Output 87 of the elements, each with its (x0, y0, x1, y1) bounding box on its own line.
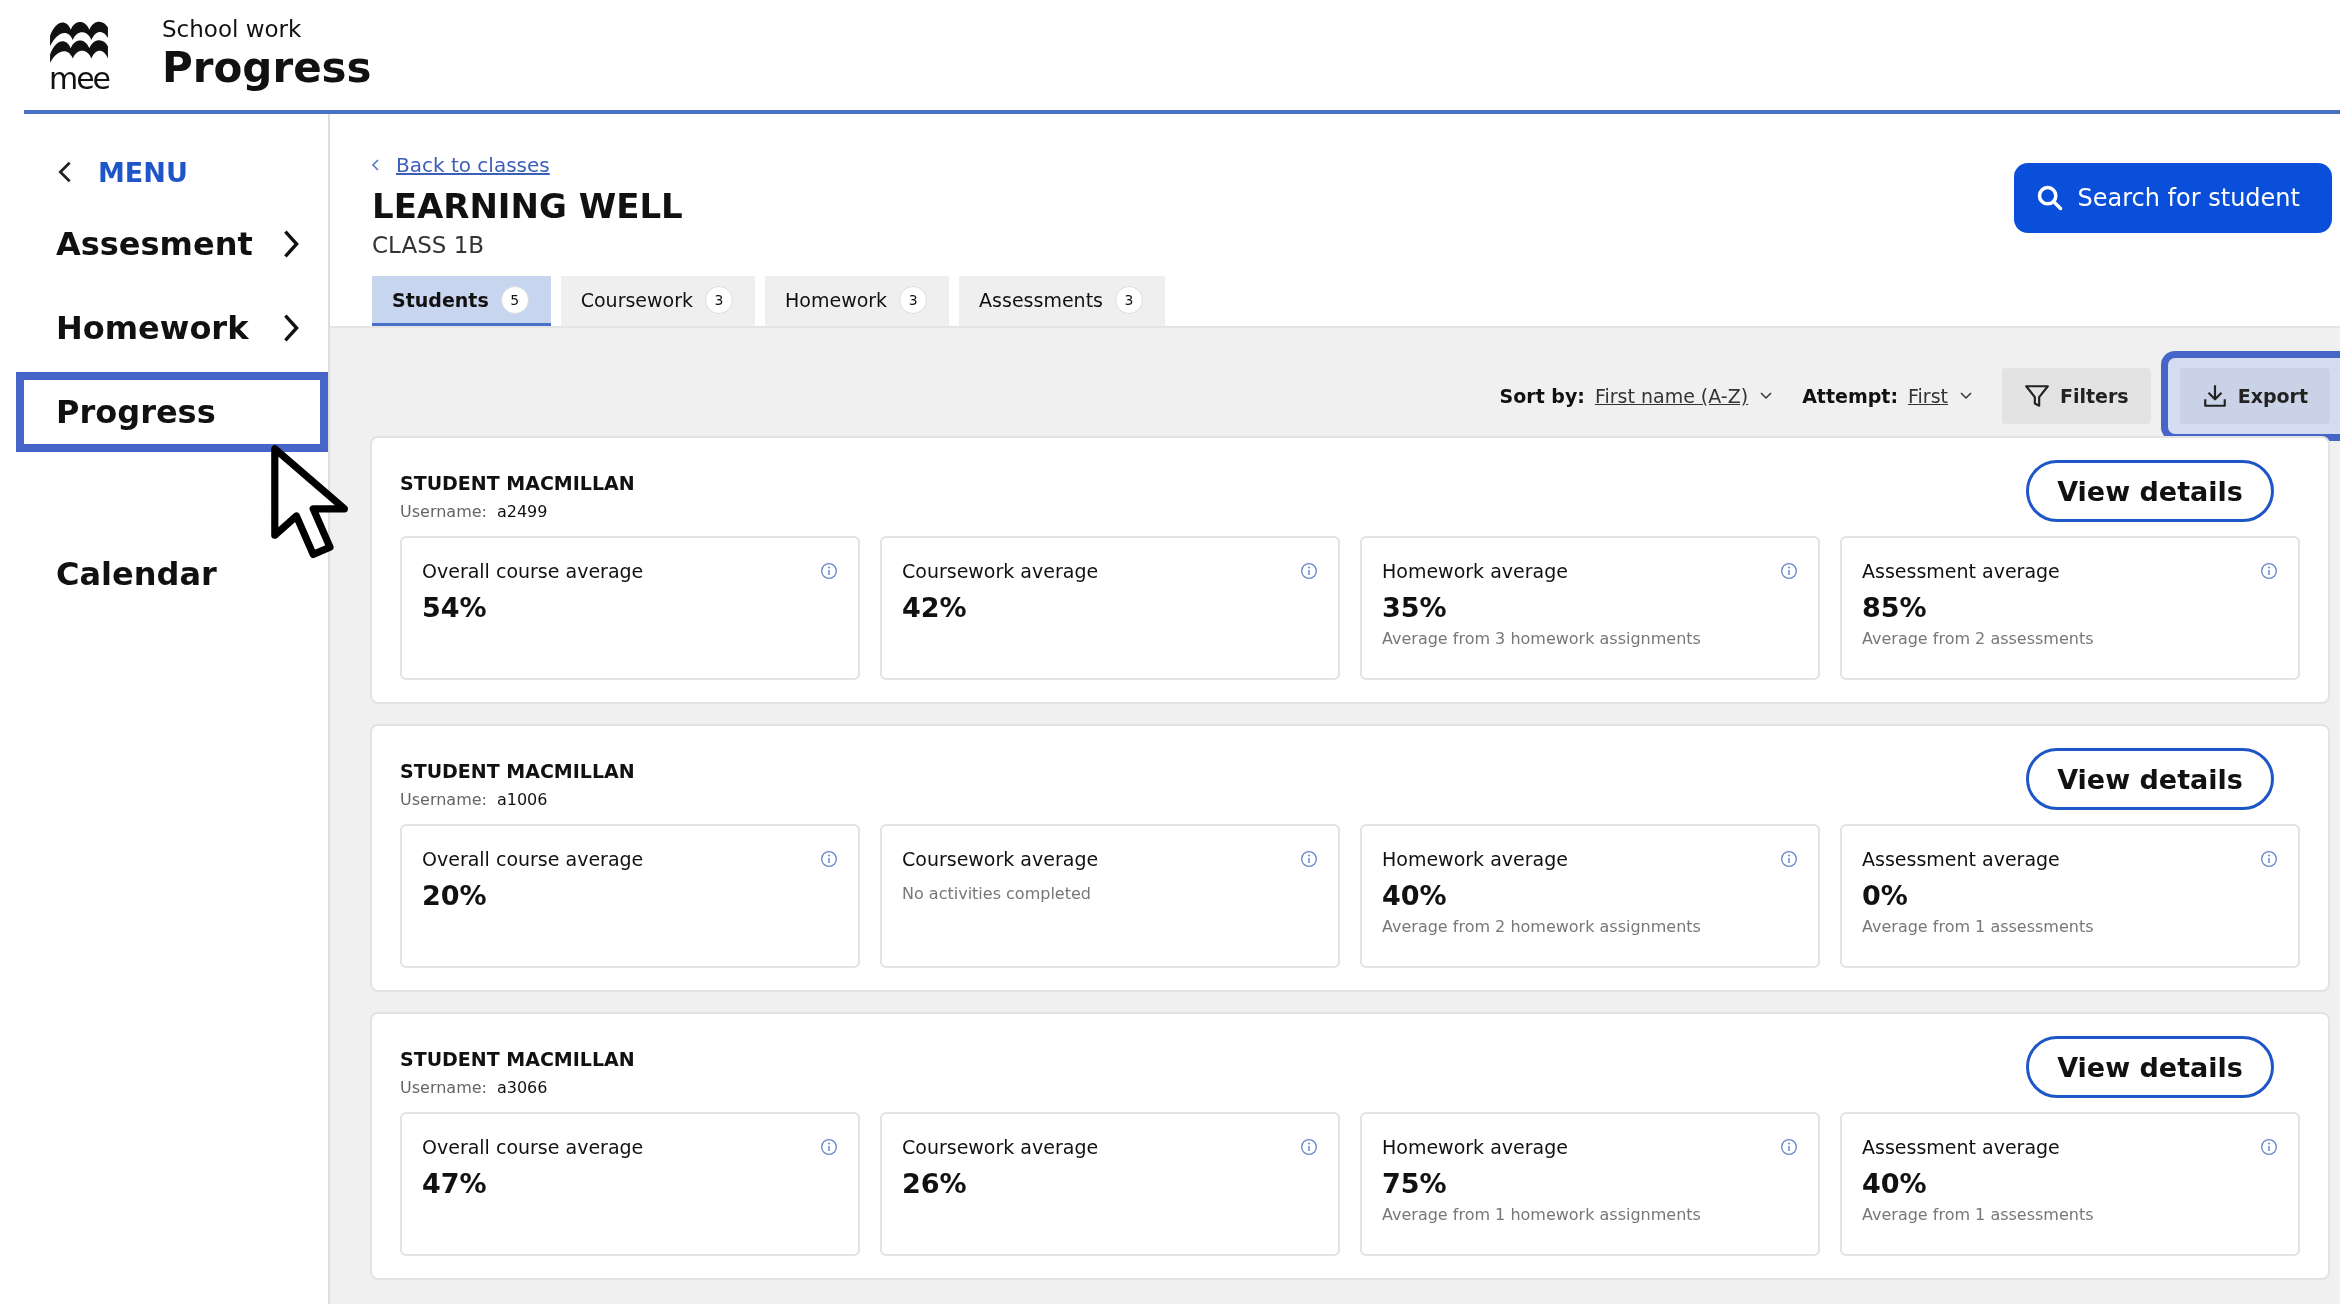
info-icon (1780, 562, 1798, 580)
chevron-left-icon (58, 160, 72, 184)
stat-value: 26% (902, 1168, 968, 1199)
info-icon (1780, 850, 1798, 868)
tab[interactable]: Students 5 (372, 276, 551, 326)
export-button[interactable]: Export (2179, 368, 2330, 424)
stat-value: 42% (902, 592, 968, 623)
chevron-down-icon (1760, 392, 1773, 400)
stat-value: 47% (422, 1168, 488, 1199)
class-code: CLASS 1B (372, 232, 486, 258)
view-details-button[interactable]: View details (2026, 748, 2274, 810)
tab[interactable]: Homework 3 (765, 276, 950, 326)
stat-value: 40% (1862, 1168, 1928, 1199)
stat-note: No activities completed (902, 884, 1092, 903)
back-link[interactable]: Back to classes (372, 148, 1165, 182)
count-badge: 3 (899, 285, 928, 314)
sidebar-item[interactable]: Homework (16, 288, 328, 368)
stat-value: 85% (1862, 592, 1928, 623)
stat-note: Average from 1 assessments (1862, 917, 2095, 936)
stat-label: Homework average (1382, 560, 1568, 582)
attempt-dropdown[interactable]: First (1908, 385, 1972, 407)
info-icon (820, 850, 838, 868)
filters-button[interactable]: Filters (2002, 368, 2151, 424)
stat-value: 20% (422, 880, 488, 911)
info-icon (1300, 562, 1318, 580)
stat-note: Average from 3 homework assignments (1382, 629, 1702, 648)
logo-text: mee (48, 64, 110, 94)
tab[interactable]: Coursework 3 (560, 276, 755, 326)
search-icon (2035, 184, 2064, 212)
stat-label: Overall course average (422, 560, 644, 582)
count-badge: 5 (500, 285, 529, 314)
info-icon (820, 562, 838, 580)
chevron-down-icon (1960, 392, 1972, 400)
stat-label: Assessment average (1862, 560, 2060, 582)
section-label: School work (162, 16, 303, 42)
count-badge: 3 (705, 285, 733, 314)
username-label: Username: (400, 502, 487, 521)
stat-note: Average from 1 homework assignments (1382, 1205, 1702, 1224)
username: a3066 (496, 1078, 548, 1097)
tab[interactable]: Assessments 3 (959, 276, 1165, 326)
class-title: LEARNING WELL (372, 186, 684, 226)
info-icon (820, 1138, 838, 1156)
username-label: Username: (400, 790, 487, 809)
stat-label: Overall course average (422, 848, 644, 870)
download-icon (2201, 383, 2228, 409)
stat-value: 75% (1382, 1168, 1448, 1199)
username-label: Username: (400, 1078, 487, 1097)
funnel-icon (2024, 383, 2050, 409)
stat-value: 35% (1382, 592, 1448, 623)
info-icon (1780, 1138, 1798, 1156)
info-icon (1300, 1138, 1318, 1156)
stat-label: Coursework average (902, 848, 1099, 870)
stat-value: 54% (422, 592, 488, 623)
stat-note: Average from 2 assessments (1862, 629, 2095, 648)
stat-note: Average from 2 homework assignments (1382, 917, 1702, 936)
stat-note: Average from 1 assessments (1862, 1205, 2095, 1224)
stat-label: Coursework average (902, 1136, 1099, 1158)
chevron-left-icon (372, 159, 380, 171)
sidebar-item[interactable]: Calendar (16, 534, 328, 614)
count-badge: 3 (1115, 285, 1143, 314)
view-details-button[interactable]: View details (2026, 1036, 2274, 1098)
attempt-label: Attempt: (1802, 385, 1898, 407)
info-icon (2260, 562, 2278, 580)
stat-label: Homework average (1382, 848, 1568, 870)
info-icon (2260, 1138, 2278, 1156)
stat-label: Assessment average (1862, 848, 2060, 870)
sort-dropdown[interactable]: First name (A-Z) (1594, 385, 1773, 407)
info-icon (2260, 850, 2278, 868)
stat-label: Homework average (1382, 1136, 1568, 1158)
username: a2499 (496, 502, 548, 521)
student-name: STUDENT MACMILLAN (400, 760, 635, 782)
stat-value: 40% (1382, 880, 1448, 911)
menu-button[interactable]: MENU (0, 142, 328, 202)
username: a1006 (496, 790, 548, 809)
sidebar-item[interactable]: Assesment (16, 204, 328, 284)
stat-label: Coursework average (902, 560, 1099, 582)
stat-label: Overall course average (422, 1136, 644, 1158)
info-icon (1300, 850, 1318, 868)
sidebar-item[interactable]: Progress (16, 372, 328, 452)
search-button[interactable]: Search for student (2013, 163, 2332, 233)
student-name: STUDENT MACMILLAN (400, 472, 635, 494)
sort-label: Sort by: (1499, 385, 1585, 407)
stat-label: Assessment average (1862, 1136, 2060, 1158)
page-title: Progress (162, 42, 372, 94)
stat-value: 0% (1862, 880, 1909, 911)
view-details-button[interactable]: View details (2026, 460, 2274, 522)
student-name: STUDENT MACMILLAN (400, 1048, 635, 1070)
